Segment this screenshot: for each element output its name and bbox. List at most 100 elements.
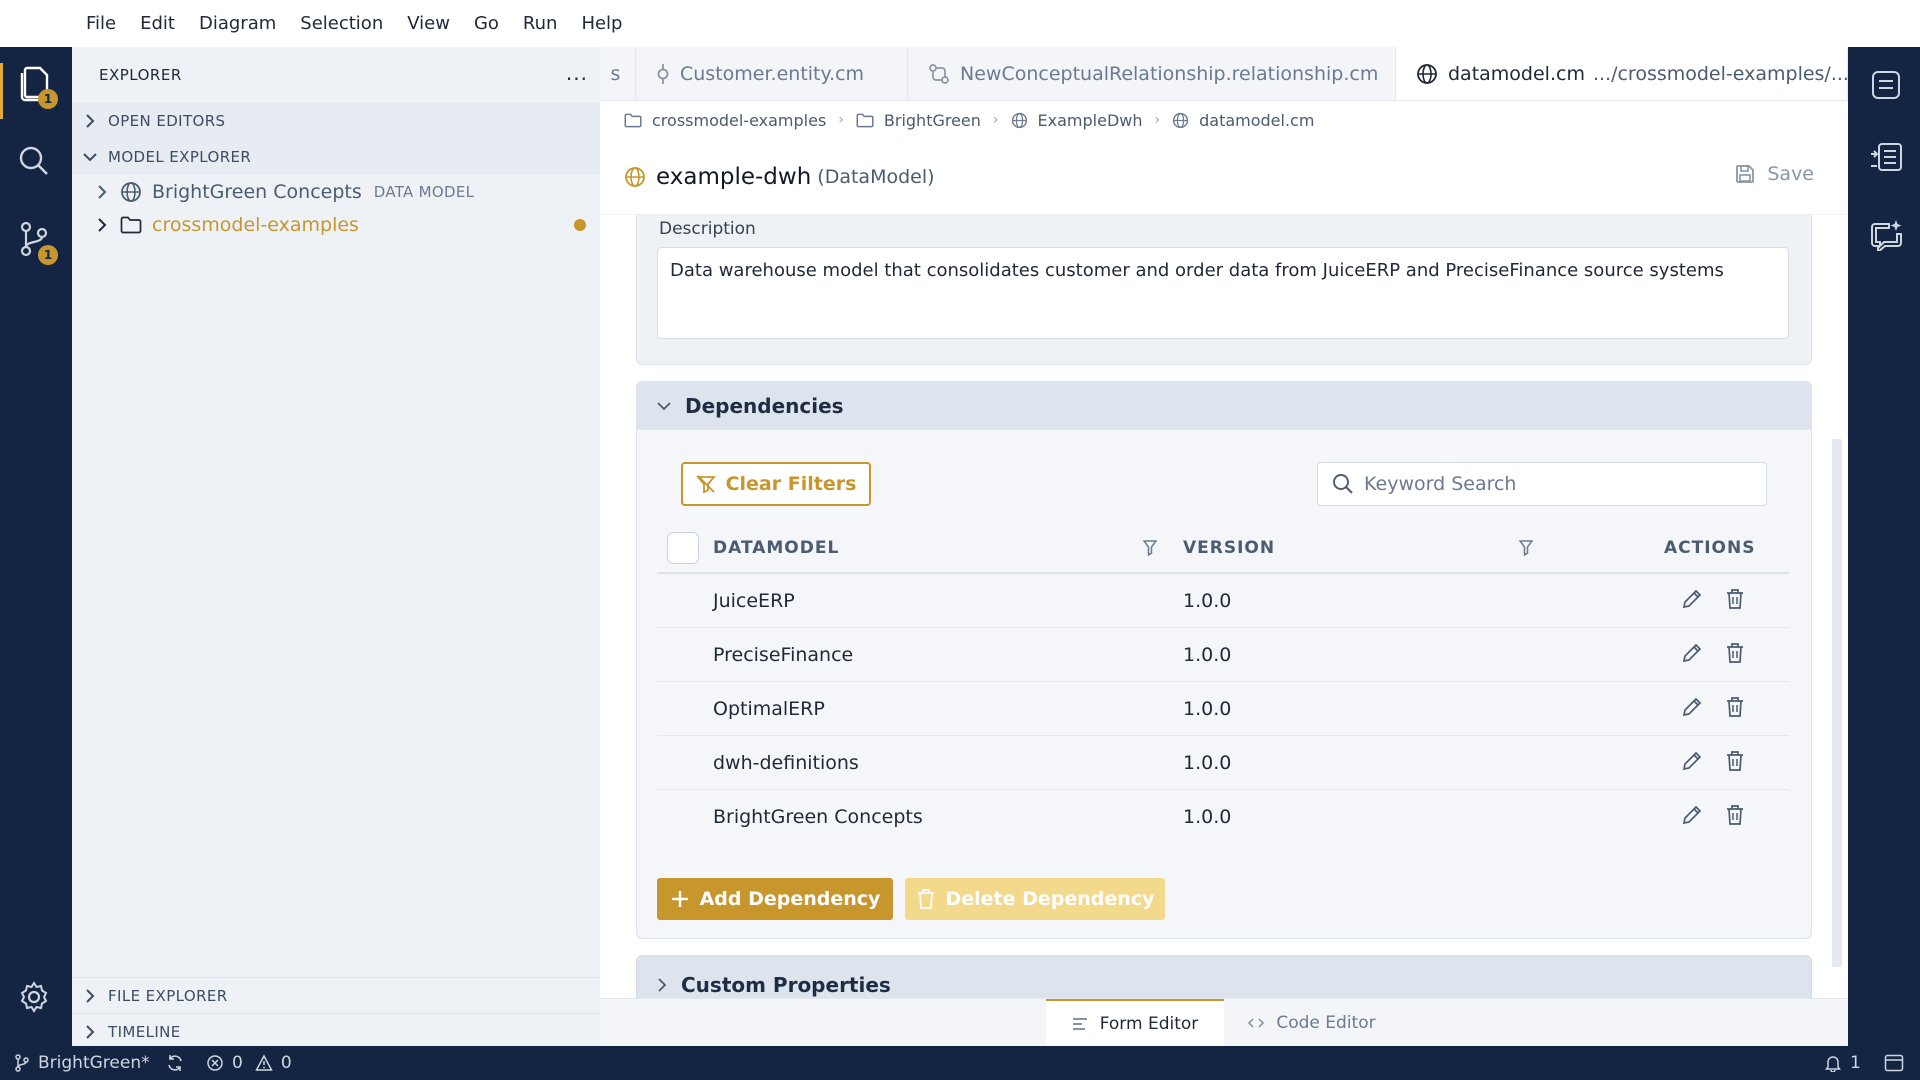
tab-datamodel[interactable]: datamodel.cm .../crossmodel-examples/...… <box>1396 47 1848 100</box>
tab-overflow[interactable]: s <box>600 47 636 100</box>
menu-view[interactable]: View <box>407 13 450 34</box>
column-header-actions: ACTIONS <box>1664 538 1756 558</box>
delete-row-button[interactable] <box>1725 750 1745 772</box>
edit-row-button[interactable] <box>1681 642 1703 664</box>
version-filter-button[interactable] <box>1519 540 1533 556</box>
tab-customer-entity[interactable]: Customer.entity.cm <box>636 47 908 100</box>
search-activity-button[interactable] <box>14 141 54 181</box>
column-header-version[interactable]: VERSION <box>1183 538 1275 558</box>
menu-run[interactable]: Run <box>523 13 558 34</box>
keyword-search-box[interactable] <box>1317 462 1767 506</box>
edit-row-button[interactable] <box>1681 696 1703 718</box>
form-title: example-dwh <box>656 163 812 190</box>
settings-activity-button[interactable] <box>14 977 54 1017</box>
table-row[interactable]: OptimalERP 1.0.0 <box>657 682 1789 736</box>
custom-properties-header[interactable]: Custom Properties <box>636 955 1812 998</box>
delete-row-button[interactable] <box>1725 642 1745 664</box>
add-dependency-button[interactable]: Add Dependency <box>657 878 893 920</box>
tree-item-brightgreen-concepts[interactable]: BrightGreen Concepts DATA MODEL <box>72 175 600 208</box>
layout-button[interactable] <box>1884 1046 1904 1080</box>
branch-indicator[interactable]: BrightGreen* <box>14 1046 150 1080</box>
select-all-checkbox[interactable] <box>667 532 699 564</box>
save-button[interactable]: Save <box>1735 163 1814 185</box>
tab-relationship[interactable]: NewConceptualRelationship.relationship.c… <box>908 47 1396 100</box>
ai-chat-button[interactable] <box>1866 215 1906 255</box>
clear-filters-button[interactable]: Clear Filters <box>681 462 871 506</box>
dependencies-header[interactable]: Dependencies <box>637 382 1811 430</box>
menu-file[interactable]: File <box>86 13 116 34</box>
delete-row-button[interactable] <box>1725 696 1745 718</box>
cell-version: 1.0.0 <box>1183 752 1232 774</box>
file-explorer-section[interactable]: FILE EXPLORER <box>72 977 600 1013</box>
pencil-icon <box>1682 751 1702 771</box>
chat-sparkle-icon <box>1871 220 1902 251</box>
breadcrumb-item[interactable]: BrightGreen <box>856 111 981 130</box>
open-editors-section[interactable]: OPEN EDITORS <box>72 103 600 139</box>
activity-bar: 1 1 <box>0 47 72 1046</box>
edit-row-button[interactable] <box>1681 750 1703 772</box>
dependencies-table: DATAMODEL VERSION ACTIONS JuiceERP 1.0.0… <box>657 522 1789 844</box>
explorer-sidebar: EXPLORER ... OPEN EDITORS MODEL EXPLORER… <box>72 47 600 1049</box>
trash-icon <box>1727 589 1743 609</box>
notifications-button[interactable]: 1 <box>1824 1046 1861 1080</box>
properties-icon <box>1871 143 1902 171</box>
gear-icon <box>20 981 48 1013</box>
menu-diagram[interactable]: Diagram <box>199 13 276 34</box>
breadcrumb-label: BrightGreen <box>883 110 981 130</box>
tab-code-editor[interactable]: Code Editor <box>1224 999 1400 1047</box>
cell-datamodel: PreciseFinance <box>713 644 854 666</box>
delete-dependency-button[interactable]: Delete Dependency <box>905 878 1165 920</box>
table-row[interactable]: JuiceERP 1.0.0 <box>657 574 1789 628</box>
column-header-datamodel[interactable]: DATAMODEL <box>713 538 839 558</box>
sync-button[interactable] <box>166 1046 184 1080</box>
datamodel-filter-button[interactable] <box>1143 540 1157 556</box>
outline-button[interactable] <box>1866 65 1906 105</box>
problems-indicator[interactable]: 0 0 <box>206 1046 292 1080</box>
filter-icon <box>1519 540 1533 556</box>
tree-item-label: crossmodel-examples <box>152 213 359 236</box>
error-count: 0 <box>232 1053 243 1073</box>
warning-icon <box>255 1054 273 1071</box>
delete-row-button[interactable] <box>1725 588 1745 610</box>
description-field[interactable]: Data warehouse model that consolidates c… <box>657 247 1789 339</box>
menu-edit[interactable]: Edit <box>140 13 175 34</box>
scrollbar-thumb[interactable] <box>1832 439 1842 967</box>
menu-selection[interactable]: Selection <box>300 13 383 34</box>
form-icon <box>1072 1018 1087 1030</box>
breadcrumb-item[interactable]: crossmodel-examples <box>624 111 826 130</box>
table-row[interactable]: dwh-definitions 1.0.0 <box>657 736 1789 790</box>
tab-overflow-label: s <box>610 63 621 85</box>
active-indicator <box>0 63 3 119</box>
tab-label: NewConceptualRelationship.relationship.c… <box>960 63 1379 85</box>
keyword-search-input[interactable] <box>1364 473 1744 495</box>
description-label: Description <box>659 219 756 239</box>
dependencies-card: Dependencies Clear Filters DATAMODEL VER… <box>636 381 1812 939</box>
properties-button[interactable] <box>1866 139 1906 179</box>
breadcrumb-item[interactable]: ExampleDwh <box>1011 111 1143 130</box>
pencil-icon <box>1682 589 1702 609</box>
chevron-right-icon <box>86 988 95 1003</box>
globe-icon <box>625 166 645 187</box>
more-actions-button[interactable]: ... <box>566 61 588 85</box>
breadcrumb-item[interactable]: datamodel.cm <box>1172 111 1314 130</box>
branch-icon <box>15 1054 29 1072</box>
tab-form-editor[interactable]: Form Editor <box>1046 999 1224 1047</box>
tree-item-crossmodel-examples[interactable]: crossmodel-examples <box>72 208 600 241</box>
timeline-section[interactable]: TIMELINE <box>72 1013 600 1049</box>
model-explorer-section[interactable]: MODEL EXPLORER <box>72 139 600 175</box>
globe-icon <box>1417 64 1437 84</box>
globe-icon <box>1011 112 1027 128</box>
timeline-label: TIMELINE <box>108 1022 181 1041</box>
menu-go[interactable]: Go <box>474 13 499 34</box>
table-row[interactable]: BrightGreen Concepts 1.0.0 <box>657 790 1789 844</box>
edit-row-button[interactable] <box>1681 804 1703 826</box>
edit-row-button[interactable] <box>1681 588 1703 610</box>
chevron-down-icon <box>657 402 671 411</box>
cell-datamodel: OptimalERP <box>713 698 825 720</box>
table-row[interactable]: PreciseFinance 1.0.0 <box>657 628 1789 682</box>
chevron-down-icon <box>83 153 97 162</box>
editor-area: s Customer.entity.cm NewConceptualRelati… <box>600 47 1848 1047</box>
open-editors-label: OPEN EDITORS <box>108 112 226 130</box>
menu-help[interactable]: Help <box>581 13 622 34</box>
delete-row-button[interactable] <box>1725 804 1745 826</box>
